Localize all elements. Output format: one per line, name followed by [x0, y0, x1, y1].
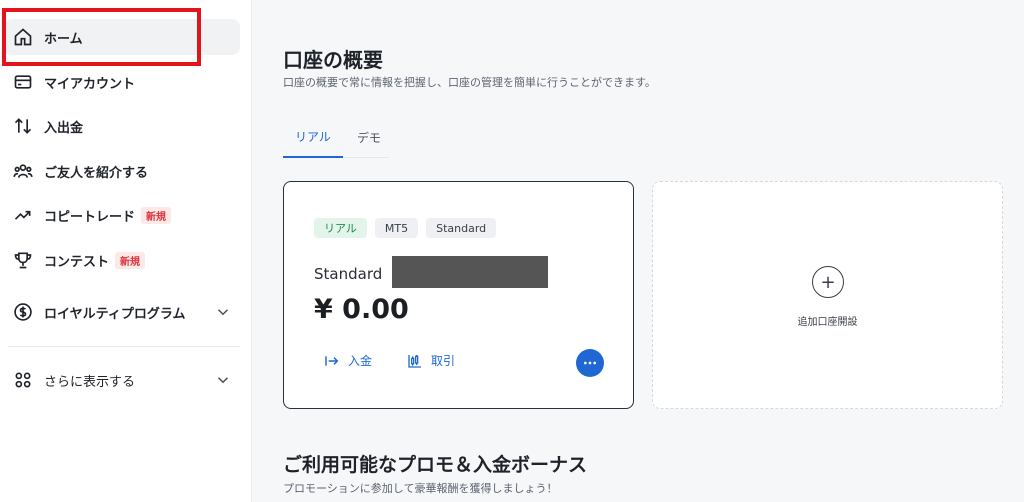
sidebar-item-home[interactable]: ホーム — [4, 19, 240, 55]
account-tags: リアル MT5 Standard — [314, 218, 497, 238]
tabs-underline — [343, 157, 389, 158]
account-name: Standard — [314, 265, 383, 283]
users-icon — [12, 160, 34, 182]
page-subtitle: 口座の概要で常に情報を把握し、口座の管理を簡単に行うことができます。 — [283, 76, 656, 89]
sidebar-item-loyalty[interactable]: ロイヤルティプログラム — [4, 294, 240, 330]
trade-label: 取引 — [431, 354, 456, 368]
sidebar-item-contest[interactable]: コンテスト 新規 — [4, 242, 240, 278]
promo-subtitle: プロモーションに参加して豪華報酬を獲得しましょう！ — [283, 482, 558, 495]
tag-platform: MT5 — [374, 218, 419, 238]
deposit-button[interactable]: 入金 — [324, 352, 372, 369]
plus-icon: + — [812, 266, 844, 298]
sidebar-item-label: コンテスト — [44, 254, 110, 270]
sidebar-item-label: ロイヤルティプログラム — [44, 306, 186, 322]
add-account-card[interactable]: + 追加口座開設 — [652, 181, 1003, 409]
page-title: 口座の概要 — [283, 48, 383, 72]
sidebar-item-label: さらに表示する — [44, 374, 136, 390]
card-icon — [12, 71, 34, 93]
sidebar-divider — [8, 346, 240, 347]
page: ホーム マイアカウント 入出金 ご友人を紹介する コピートレード 新規 コンテス… — [0, 0, 1024, 502]
promo-title: ご利用可能なプロモ＆入金ボーナス — [283, 454, 588, 476]
sidebar-item-referral[interactable]: ご友人を紹介する — [4, 153, 240, 189]
sidebar-item-label: 入出金 — [44, 120, 84, 136]
trade-button[interactable]: 取引 — [407, 352, 455, 369]
more-dots-icon — [584, 361, 596, 365]
sidebar-item-label: コピートレード — [44, 209, 136, 225]
account-balance: ¥ 0.00 — [314, 294, 409, 325]
sidebar: ホーム マイアカウント 入出金 ご友人を紹介する コピートレード 新規 コンテス… — [0, 0, 252, 502]
tab-demo[interactable]: デモ — [343, 116, 395, 158]
tab-real[interactable]: リアル — [283, 116, 343, 158]
account-tabs: リアル デモ — [283, 116, 395, 158]
sidebar-item-deposit-withdraw[interactable]: 入出金 — [4, 108, 240, 144]
new-badge: 新規 — [141, 206, 172, 224]
trophy-icon — [12, 249, 34, 271]
sidebar-item-copy-trade[interactable]: コピートレード 新規 — [4, 197, 240, 233]
transfer-arrows-icon — [12, 115, 34, 137]
new-badge: 新規 — [115, 251, 146, 269]
sidebar-item-label: マイアカウント — [44, 76, 136, 92]
home-icon — [12, 26, 34, 48]
dollar-circle-icon — [12, 301, 34, 323]
tag-account-type: Standard — [426, 218, 497, 238]
tag-real: リアル — [314, 218, 367, 238]
sidebar-item-my-account[interactable]: マイアカウント — [4, 64, 240, 100]
chevron-down-icon[interactable] — [214, 371, 232, 389]
deposit-label: 入金 — [348, 354, 373, 368]
candlestick-chart-icon — [408, 354, 421, 368]
more-options-button[interactable] — [576, 349, 604, 377]
add-account-label: 追加口座開設 — [797, 317, 858, 328]
trend-up-icon — [12, 204, 34, 226]
arrow-right-bar-icon — [325, 355, 339, 366]
sidebar-item-show-more[interactable]: さらに表示する — [4, 362, 240, 398]
sidebar-item-label: ホーム — [44, 31, 83, 47]
grid-icon — [12, 369, 34, 391]
redacted-account-number — [392, 256, 548, 288]
sidebar-item-label: ご友人を紹介する — [44, 165, 149, 181]
chevron-down-icon[interactable] — [214, 303, 232, 321]
account-card[interactable]: リアル MT5 Standard Standard ¥ 0.00 入金 取引 — [283, 181, 634, 409]
